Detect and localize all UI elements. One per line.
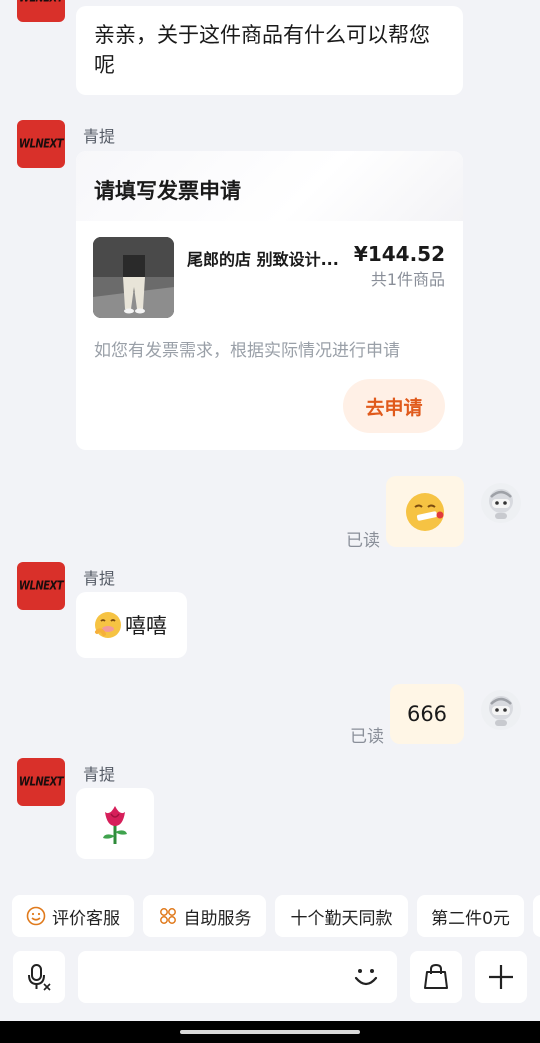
same-style-label: 十个勤天同款 bbox=[290, 908, 393, 929]
shop-logo: WLNEXT bbox=[18, 775, 64, 789]
shop-logo: WLNEXT bbox=[19, 0, 64, 5]
message-text: 亲亲，关于这件商品有什么可以帮您呢 bbox=[94, 23, 430, 77]
sender-name: 青提 bbox=[83, 569, 116, 588]
shopping-bag-icon bbox=[424, 963, 448, 989]
quick-action-more[interactable] bbox=[533, 895, 540, 937]
my-message-bubble: 666 bbox=[390, 684, 464, 744]
more-options-button[interactable] bbox=[475, 951, 527, 1003]
card-title: 请填写发票申请 bbox=[94, 179, 241, 203]
emoji-icon[interactable] bbox=[350, 962, 382, 992]
rate-service-label: 评价客服 bbox=[52, 908, 120, 929]
message-bubble: 亲亲，关于这件商品有什么可以帮您呢 bbox=[76, 6, 463, 95]
sender-name: 青提 bbox=[83, 127, 116, 146]
voice-input-button[interactable] bbox=[13, 951, 65, 1003]
message-text: 嘻嘻 bbox=[125, 614, 167, 638]
shop-logo: WLNEXT bbox=[18, 137, 64, 151]
second-item-free-label: 第二件0元 bbox=[431, 908, 510, 929]
message-input-field[interactable] bbox=[78, 951, 338, 1003]
plus-icon bbox=[489, 965, 513, 989]
order-button[interactable] bbox=[410, 951, 462, 1003]
product-name: 尾郎的店 别致设计... bbox=[187, 250, 339, 269]
self-service-button[interactable]: 自助服务 bbox=[143, 895, 266, 937]
second-item-free-button[interactable]: 第二件0元 bbox=[417, 895, 524, 937]
rate-service-button[interactable]: 评价客服 bbox=[12, 895, 134, 937]
same-style-button[interactable]: 十个勤天同款 bbox=[275, 895, 408, 937]
sick-face-emoji bbox=[406, 492, 444, 531]
shop-avatar[interactable]: WLNEXT bbox=[17, 758, 65, 806]
microphone-icon bbox=[28, 964, 51, 991]
read-status: 已读 bbox=[350, 727, 384, 747]
system-navigation-bar bbox=[0, 1021, 540, 1043]
product-thumbnail[interactable] bbox=[93, 237, 174, 318]
message-bubble bbox=[76, 788, 154, 859]
rose-emoji-icon bbox=[103, 805, 127, 844]
message-bubble: 嘻嘻 bbox=[76, 592, 187, 658]
read-status: 已读 bbox=[346, 531, 380, 551]
grid-icon bbox=[159, 908, 176, 924]
my-avatar[interactable] bbox=[481, 483, 521, 523]
message-text: 666 bbox=[406, 702, 448, 726]
robot-avatar-icon bbox=[489, 696, 513, 726]
home-indicator[interactable] bbox=[180, 1030, 360, 1034]
shop-avatar[interactable]: WLNEXT bbox=[17, 120, 65, 168]
invoice-card[interactable]: 请填写发票申请 尾郎的店 别致设计... ¥144.52 共1件商品 如您有发票… bbox=[76, 151, 463, 450]
robot-avatar-icon bbox=[489, 489, 513, 519]
product-count: 共1件商品 bbox=[370, 270, 445, 289]
shop-logo: WLNEXT bbox=[18, 579, 64, 593]
product-price: ¥144.52 bbox=[353, 242, 445, 266]
message-input[interactable] bbox=[78, 951, 397, 1003]
apply-button[interactable]: 去申请 bbox=[343, 379, 445, 433]
shop-avatar[interactable]: WLNEXT bbox=[17, 0, 65, 22]
smile-icon bbox=[26, 906, 46, 926]
giggle-emoji-icon bbox=[95, 612, 121, 638]
my-message-bubble bbox=[386, 476, 464, 547]
product-photo bbox=[93, 237, 174, 318]
my-avatar[interactable] bbox=[481, 690, 521, 730]
quick-actions-bar: 评价客服 自助服务 十个勤天同款 第二件0元 bbox=[0, 895, 540, 939]
self-service-label: 自助服务 bbox=[183, 908, 252, 929]
invoice-description: 如您有发票需求，根据实际情况进行申请 bbox=[94, 341, 400, 361]
product-row[interactable]: 尾郎的店 别致设计... ¥144.52 共1件商品 bbox=[76, 221, 463, 321]
sender-name: 青提 bbox=[83, 765, 116, 784]
shop-avatar[interactable]: WLNEXT bbox=[17, 562, 65, 610]
card-header: 请填写发票申请 bbox=[76, 151, 463, 221]
